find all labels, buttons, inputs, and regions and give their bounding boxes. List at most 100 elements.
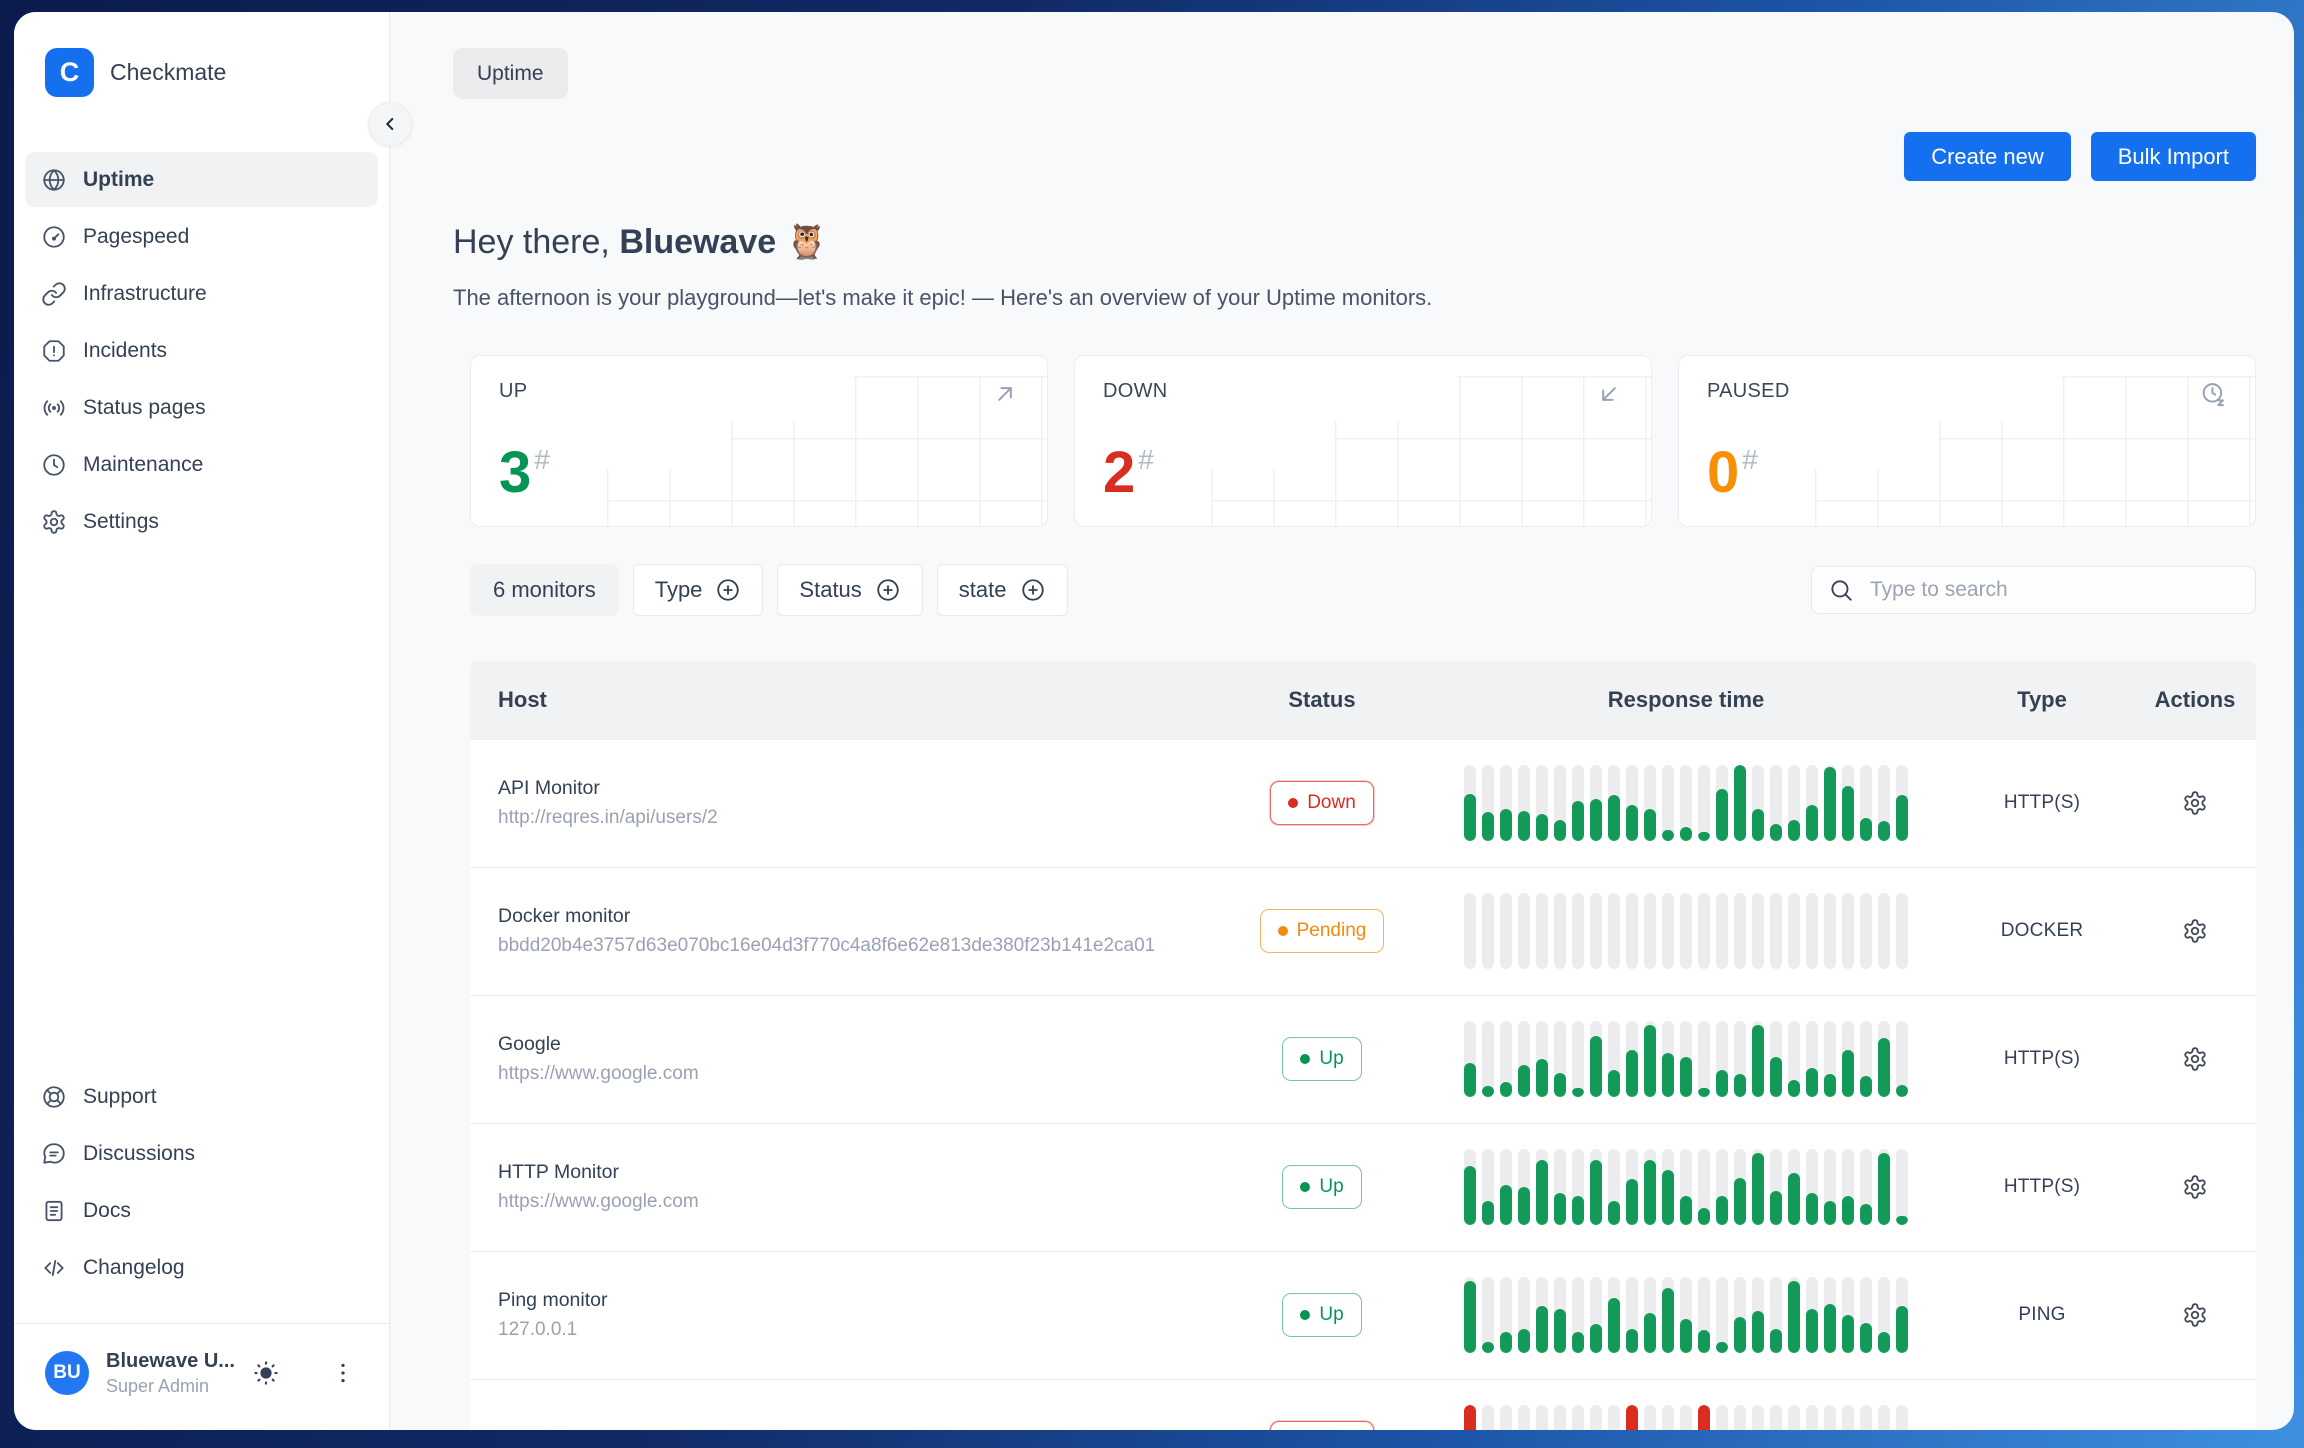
table-row[interactable]: Docker monitor bbdd20b4e3757d63e070bc16e…: [470, 867, 2256, 995]
user-menu-button[interactable]: [323, 1353, 363, 1393]
response-bar: [1860, 765, 1872, 841]
response-bar: [1644, 1149, 1656, 1225]
table-row[interactable]: Google https://www.google.com Up HTTP(S): [470, 995, 2256, 1123]
response-bar: [1752, 1277, 1764, 1353]
row-actions-button[interactable]: [2176, 1296, 2214, 1334]
response-bar: [1824, 1149, 1836, 1225]
response-bar: [1806, 765, 1818, 841]
status-label: Up: [1319, 1304, 1343, 1326]
plus-circle-icon: [1020, 577, 1046, 603]
life-buoy-icon: [41, 1084, 67, 1110]
response-bar: [1464, 1405, 1476, 1430]
status-dot-icon: [1278, 926, 1288, 936]
response-bar: [1536, 765, 1548, 841]
status-badge: Up: [1282, 1165, 1361, 1209]
page-subtitle: The afternoon is your playground—let's m…: [453, 285, 2256, 311]
response-bar: [1482, 1277, 1494, 1353]
response-bar: [1788, 1405, 1800, 1430]
sidebar-item-support[interactable]: Support: [25, 1069, 378, 1124]
table-row[interactable]: API Monitor http://reqres.in/api/users/2…: [470, 739, 2256, 867]
row-actions-button[interactable]: [2176, 1168, 2214, 1206]
table-row[interactable]: Ping monitor 127.0.0.1 Up PING: [470, 1251, 2256, 1379]
row-actions-button[interactable]: [2176, 912, 2214, 950]
plus-circle-icon: [715, 577, 741, 603]
sidebar-item-settings[interactable]: Settings: [25, 494, 378, 549]
response-bar: [1608, 765, 1620, 841]
sidebar-item-status-pages[interactable]: Status pages: [25, 380, 378, 435]
response-bar: [1608, 893, 1620, 969]
sidebar-item-changelog[interactable]: Changelog: [25, 1240, 378, 1295]
sidebar-item-label: Settings: [83, 510, 159, 534]
sidebar-item-discussions[interactable]: Discussions: [25, 1126, 378, 1181]
sidebar-item-pagespeed[interactable]: Pagespeed: [25, 209, 378, 264]
response-bar: [1464, 1277, 1476, 1353]
stat-card-paused: PAUSED 0 #: [1678, 355, 2256, 527]
filter-chip-state[interactable]: state: [937, 564, 1068, 616]
response-bar: [1662, 1149, 1674, 1225]
sidebar-item-docs[interactable]: Docs: [25, 1183, 378, 1238]
response-bar: [1554, 1149, 1566, 1225]
response-bar: [1734, 1405, 1746, 1430]
response-bar: [1896, 893, 1908, 969]
monitor-type: HTTP(S): [1950, 792, 2134, 814]
app-logo: C: [45, 48, 94, 97]
sidebar-item-label: Incidents: [83, 339, 167, 363]
response-bar: [1842, 893, 1854, 969]
clock-icon: [41, 452, 67, 478]
plus-circle-icon: [875, 577, 901, 603]
table-body: API Monitor http://reqres.in/api/users/2…: [470, 739, 2256, 1430]
response-time-chart: [1422, 1277, 1950, 1353]
stats-row: UP 3 # DOWN 2 # PAUSED 0 #: [470, 355, 2256, 527]
row-actions-button[interactable]: [2176, 784, 2214, 822]
response-bar: [1806, 1021, 1818, 1097]
host-cell: API Monitor http://reqres.in/api/users/2: [470, 777, 1222, 829]
response-bar: [1608, 1149, 1620, 1225]
stat-card-up: UP 3 #: [470, 355, 1048, 527]
response-bar: [1680, 893, 1692, 969]
table-header: Host Status Response time Type Actions: [470, 661, 2256, 739]
response-bar: [1698, 765, 1710, 841]
sidebar-item-uptime[interactable]: Uptime: [25, 152, 378, 207]
row-actions-button[interactable]: [2176, 1040, 2214, 1078]
sidebar-item-infrastructure[interactable]: Infrastructure: [25, 266, 378, 321]
bulk-import-button[interactable]: Bulk Import: [2091, 132, 2256, 181]
sidebar-item-incidents[interactable]: Incidents: [25, 323, 378, 378]
broadcast-icon: [41, 395, 67, 421]
response-bar: [1662, 765, 1674, 841]
gear-icon: [2182, 790, 2208, 816]
host-cell: Google https://www.google.com: [470, 1033, 1222, 1085]
filter-chip-type[interactable]: Type: [633, 564, 764, 616]
gear-icon: [2182, 1046, 2208, 1072]
row-actions-button[interactable]: [2176, 1424, 2214, 1430]
response-bar: [1716, 765, 1728, 841]
response-bar: [1572, 1149, 1584, 1225]
arrow-up-right-icon: [991, 380, 1019, 408]
sidebar-collapse-button[interactable]: [368, 102, 412, 146]
response-bar: [1662, 1277, 1674, 1353]
response-bar: [1824, 1405, 1836, 1430]
response-bar: [1644, 1021, 1656, 1097]
response-bar: [1572, 765, 1584, 841]
response-bar: [1500, 1405, 1512, 1430]
response-bar: [1680, 1149, 1692, 1225]
response-bar: [1464, 765, 1476, 841]
table-row[interactable]: Port monitor Down PORT: [470, 1379, 2256, 1430]
response-bar: [1842, 1277, 1854, 1353]
filter-row: 6 monitors Type Status state: [470, 564, 2256, 616]
theme-toggle-button[interactable]: [245, 1352, 287, 1394]
response-bar: [1590, 765, 1602, 841]
table-row[interactable]: HTTP Monitor https://www.google.com Up H…: [470, 1123, 2256, 1251]
response-time-chart: [1422, 765, 1950, 841]
create-new-button[interactable]: Create new: [1904, 132, 2071, 181]
filter-chip-status[interactable]: Status: [777, 564, 922, 616]
search-box: [1811, 566, 2256, 614]
breadcrumb[interactable]: Uptime: [453, 48, 568, 99]
monitor-type: PING: [1950, 1304, 2134, 1326]
response-bar: [1878, 1021, 1890, 1097]
response-bar: [1662, 1021, 1674, 1097]
alert-octagon-icon: [41, 338, 67, 364]
search-input[interactable]: [1868, 577, 2239, 603]
sidebar-item-maintenance[interactable]: Maintenance: [25, 437, 378, 492]
response-bar: [1824, 765, 1836, 841]
response-bar: [1878, 893, 1890, 969]
